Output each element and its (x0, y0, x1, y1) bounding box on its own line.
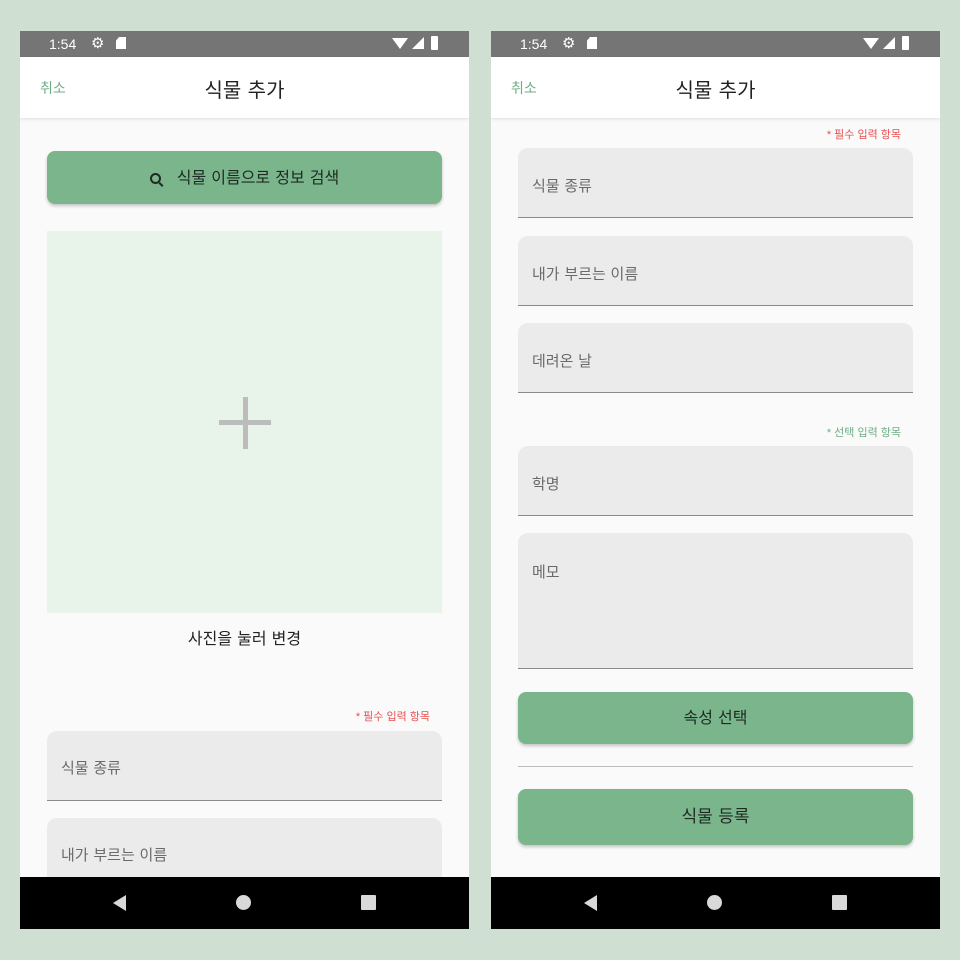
plant-type-field[interactable]: 식물 종류 (47, 731, 442, 801)
form-content[interactable]: * 필수 입력 항목 식물 종류 내가 부르는 이름 데려온 날 * 선택 입력… (491, 118, 940, 877)
required-section-label: * 필수 입력 항목 (355, 711, 430, 723)
nickname-field[interactable]: 내가 부르는 이름 (47, 818, 442, 877)
search-plant-button[interactable]: 식물 이름으로 정보 검색 (47, 151, 442, 204)
status-bar: 1:54 ⚙ (20, 31, 469, 57)
status-bar: 1:54 ⚙ (491, 31, 940, 57)
nickname-placeholder: 내가 부르는 이름 (61, 846, 168, 864)
nickname-placeholder: 내가 부르는 이름 (532, 265, 639, 283)
plant-type-placeholder: 식물 종류 (61, 759, 121, 777)
photo-picker[interactable] (47, 231, 442, 613)
back-icon[interactable] (584, 895, 597, 911)
home-icon[interactable] (707, 895, 722, 910)
scientific-name-placeholder: 학명 (532, 475, 560, 493)
app-bar: 취소 식물 추가 (20, 57, 469, 118)
app-bar: 취소 식물 추가 (491, 57, 940, 118)
attribute-select-button[interactable]: 속성 선택 (518, 692, 913, 744)
recents-icon[interactable] (832, 895, 847, 910)
nickname-field[interactable]: 내가 부르는 이름 (518, 236, 913, 306)
gear-icon: ⚙ (91, 35, 105, 52)
status-time: 1:54 (49, 36, 77, 52)
photo-caption: 사진을 눌러 변경 (187, 629, 302, 648)
register-plant-button[interactable]: 식물 등록 (518, 789, 913, 845)
navigation-bar (491, 877, 940, 929)
scientific-name-field[interactable]: 학명 (518, 446, 913, 516)
search-plant-button-label: 식물 이름으로 정보 검색 (176, 168, 340, 187)
signal-icon (883, 37, 895, 49)
memo-placeholder: 메모 (532, 563, 560, 581)
adoption-date-placeholder: 데려온 날 (532, 352, 592, 370)
phone-screen-left: 1:54 ⚙ 취소 식물 추가 식물 이름으로 정보 검색 사진을 눌러 변경 … (20, 31, 469, 929)
divider (518, 766, 913, 767)
adoption-date-field[interactable]: 데려온 날 (518, 323, 913, 393)
sdcard-icon (587, 37, 597, 49)
optional-section-label: * 선택 입력 항목 (826, 427, 901, 439)
search-icon (149, 173, 161, 184)
page-title: 식물 추가 (204, 78, 285, 102)
gear-icon: ⚙ (562, 35, 576, 52)
status-time: 1:54 (520, 36, 548, 52)
signal-icon (412, 37, 424, 49)
required-section-label: * 필수 입력 항목 (826, 129, 901, 141)
attribute-select-button-label: 속성 선택 (683, 708, 748, 727)
battery-icon (902, 36, 909, 50)
navigation-bar (20, 877, 469, 929)
back-icon[interactable] (113, 895, 126, 911)
home-icon[interactable] (236, 895, 251, 910)
sdcard-icon (116, 37, 126, 49)
wifi-icon (863, 38, 879, 49)
plant-type-field[interactable]: 식물 종류 (518, 148, 913, 218)
recents-icon[interactable] (361, 895, 376, 910)
wifi-icon (392, 38, 408, 49)
register-plant-button-label: 식물 등록 (681, 807, 750, 827)
phone-screen-right: 1:54 ⚙ 취소 식물 추가 * 필수 입력 항목 식물 종류 내가 부르는 … (491, 31, 940, 929)
plant-type-placeholder: 식물 종류 (532, 177, 592, 195)
memo-field[interactable]: 메모 (518, 533, 913, 669)
form-content[interactable]: 식물 이름으로 정보 검색 사진을 눌러 변경 * 필수 입력 항목 식물 종류… (20, 118, 469, 877)
page-title: 식물 추가 (675, 78, 756, 102)
battery-icon (431, 36, 438, 50)
plus-icon-vertical (243, 397, 248, 449)
